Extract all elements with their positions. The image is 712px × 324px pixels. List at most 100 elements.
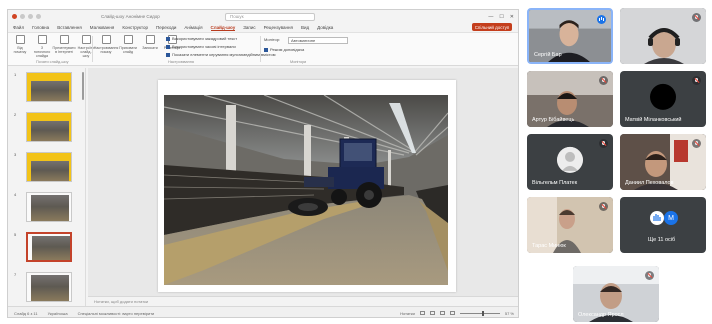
slide-thumbnail[interactable]: 4 [14, 192, 82, 224]
language-indicator[interactable]: Українська [48, 311, 68, 316]
participant-name: Тарас Минюк [532, 243, 566, 249]
mic-muted-icon [692, 76, 701, 85]
mic-muted-icon [645, 271, 654, 280]
more-participants-tile[interactable]: М Ще 11 осіб [620, 197, 706, 253]
slide-thumbnail[interactable]: 7 [14, 272, 82, 304]
tab-transitions[interactable]: Переходи [156, 25, 176, 30]
slide-thumbnail[interactable]: 2 [14, 112, 82, 144]
checkbox-checked-icon [166, 52, 170, 57]
zoom-slider[interactable] [459, 310, 500, 316]
thumbnails-scrollbar[interactable] [82, 72, 84, 100]
tab-record[interactable]: Запис [243, 25, 255, 30]
participant-name: Матвій Міланковський [625, 117, 682, 123]
participant-tile[interactable] [620, 8, 706, 64]
barn-photo-drawing [164, 95, 448, 285]
maximize-icon[interactable]: ☐ [499, 14, 503, 20]
custom-icon [81, 35, 91, 44]
participant-name: Даниил Пеховалов [625, 180, 674, 186]
participant-tile[interactable]: Сергій Бар [527, 8, 613, 64]
slide-editor-canvas [88, 68, 518, 296]
status-right-controls: Нотатки 57 % [400, 310, 514, 316]
monitor-label: Монітор: [264, 37, 281, 42]
slide-thumbnails-pane: 1 2 3 4 5 7 [8, 68, 86, 306]
ribbon-tabs: Файл Головна Вставлення Малювання Констр… [8, 23, 518, 32]
slide-preview [26, 112, 72, 142]
hand-icon [653, 214, 661, 221]
slide-thumbnail-selected[interactable]: 5 [14, 232, 82, 264]
monitor-select[interactable]: Автоматичне [288, 37, 348, 44]
close-window-icon[interactable] [12, 14, 17, 19]
normal-view-icon[interactable] [419, 311, 425, 315]
tab-slideshow[interactable]: Слайд-шоу [210, 25, 236, 31]
notes-pane[interactable]: Нотатки, щоб додати нотатки [88, 296, 518, 306]
timings-checkbox[interactable]: Використовувати часові інтервали [166, 44, 236, 49]
record-icon [145, 35, 155, 44]
tab-review[interactable]: Рецензування [264, 25, 293, 30]
minimize-icon[interactable]: — [488, 14, 493, 20]
share-button[interactable]: Спільний доступ [472, 23, 512, 31]
presenter-view-checkbox[interactable]: Режим доповідача [264, 47, 304, 52]
slide-preview [26, 152, 72, 182]
mic-muted-icon [692, 139, 701, 148]
slideshow-view-icon[interactable] [449, 311, 455, 315]
participant-name: Вільгельм Платек [532, 180, 578, 186]
notes-toggle[interactable]: Нотатки [400, 311, 415, 316]
participant-name: Артур Бібайвець [532, 117, 575, 123]
group-label-monitors: Монітори [290, 60, 307, 64]
slide-photo [31, 195, 69, 221]
status-bar: Слайд 6 з 11 Українська Спеціальні можли… [8, 306, 518, 317]
accessibility-status[interactable]: Спеціальні можливості: варто перевірити [78, 311, 155, 316]
setup-show-button[interactable]: Настроювання показу [94, 35, 118, 54]
participant-tile[interactable]: Даниил Пеховалов [620, 134, 706, 190]
tab-help[interactable]: Довідка [317, 25, 333, 30]
ribbon-panel: Від початку З поточного слайда Презентув… [8, 32, 518, 66]
from-beginning-button[interactable]: Від початку [12, 35, 28, 58]
participant-initial-avatar: М [664, 211, 678, 225]
slide-thumbnail[interactable]: 1 [14, 72, 82, 104]
present-online-button[interactable]: Презентувати в Інтернеті [52, 35, 76, 58]
ribbon-divider [260, 36, 261, 62]
window-controls [12, 14, 41, 19]
title-right-controls: — ☐ ✕ [488, 14, 514, 20]
search-input[interactable]: Пошук [225, 12, 315, 21]
tab-home[interactable]: Головна [32, 25, 49, 30]
shared-powerpoint-window: Слайд-шоу Анонімне Сидор Пошук — ☐ ✕ Фай… [7, 9, 519, 318]
reading-view-icon[interactable] [439, 311, 445, 315]
participant-tile[interactable]: Матвій Міланковський [620, 71, 706, 127]
participant-avatar [557, 146, 583, 173]
from-current-button[interactable]: З поточного слайда [34, 35, 50, 58]
tab-draw[interactable]: Малювання [90, 25, 115, 30]
tab-animations[interactable]: Анімація [184, 25, 202, 30]
tab-file[interactable]: Файл [13, 25, 24, 30]
setup-icon [101, 35, 111, 44]
slide-number: 1 [14, 72, 17, 77]
tab-view[interactable]: Вид [301, 25, 309, 30]
more-participants-label: Ще 11 осіб [648, 237, 676, 243]
save-icon[interactable] [20, 14, 25, 19]
record-button[interactable]: Записати [142, 35, 158, 54]
hide-slide-button[interactable]: Приховати слайд [119, 35, 137, 54]
sorter-view-icon[interactable] [429, 311, 435, 315]
avatar-image [557, 146, 583, 173]
participant-tile[interactable]: Олександр Яросл [573, 266, 659, 322]
tab-insert[interactable]: Вставлення [57, 25, 82, 30]
close-icon[interactable]: ✕ [510, 14, 514, 20]
undo-icon[interactable] [28, 14, 33, 19]
slide-photo [31, 81, 69, 101]
start-slideshow-group: Від початку З поточного слайда Презентув… [12, 35, 94, 58]
title-bar: Слайд-шоу Анонімне Сидор Пошук — ☐ ✕ [8, 10, 518, 23]
participant-tile[interactable]: Артур Бібайвець [527, 71, 613, 127]
current-slide[interactable] [158, 80, 456, 292]
zoom-slider-knob[interactable] [481, 310, 484, 316]
redo-icon[interactable] [36, 14, 41, 19]
participant-avatar [650, 83, 676, 110]
zoom-level[interactable]: 57 % [505, 311, 514, 316]
checkbox-checked-icon [166, 44, 170, 49]
tab-design[interactable]: Конструктор [122, 25, 148, 30]
slide-preview [26, 232, 72, 262]
participant-tile[interactable]: Вільгельм Платек [527, 134, 613, 190]
participant-tile[interactable]: Тарас Минюк [527, 197, 613, 253]
slide-thumbnail[interactable]: 3 [14, 152, 82, 184]
slide-photo [32, 236, 70, 260]
narration-checkbox[interactable]: Використовувати закадровий текст [166, 36, 237, 41]
